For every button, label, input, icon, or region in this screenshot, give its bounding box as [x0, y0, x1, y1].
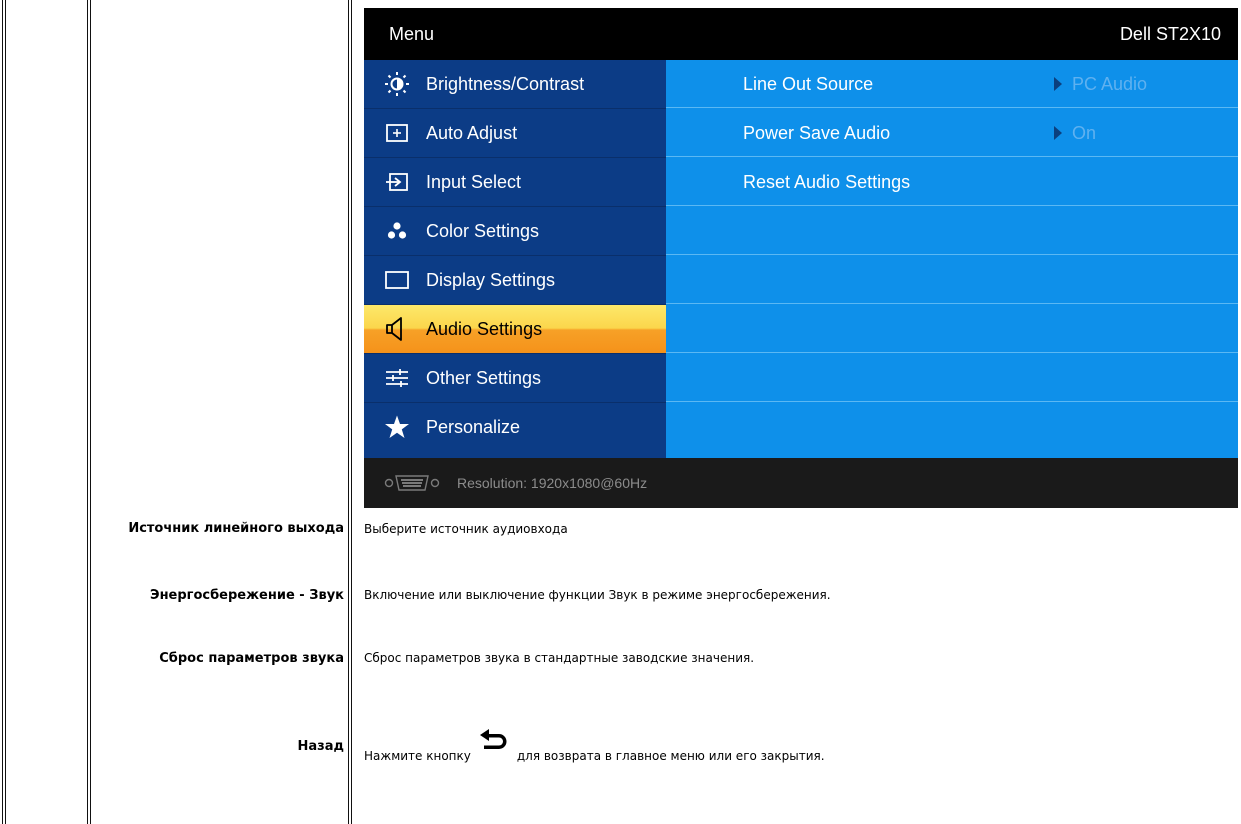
menu-item-label: Other Settings	[426, 368, 542, 388]
menu-item-auto-adjust[interactable]: Auto Adjust	[364, 109, 666, 157]
submenu-label: Power Save Audio	[743, 123, 891, 143]
frame-line	[5, 0, 6, 824]
osd-submenu: Line Out Source PC Audio Power Save Audi…	[666, 60, 1238, 458]
vga-connector-icon	[384, 473, 440, 493]
desc-text-back-before: Нажмите кнопку	[364, 749, 471, 763]
display-settings-icon	[384, 267, 410, 293]
submenu-empty-row	[666, 354, 1238, 402]
arrow-right-icon	[1054, 126, 1062, 140]
desc-label-line-out-source: Источник линейного выхода	[128, 521, 344, 536]
submenu-empty-row	[666, 403, 1238, 451]
desc-text-power-save-audio: Включение или выключение функции Звук в …	[364, 588, 831, 602]
osd-model-name: Dell ST2X10	[1119, 24, 1221, 44]
menu-item-label: Auto Adjust	[426, 123, 518, 143]
desc-text-line-out-source: Выберите источник аудиовхода	[364, 522, 568, 536]
brightness-icon	[384, 71, 410, 97]
desc-label-reset-audio: Сброс параметров звука	[159, 651, 344, 666]
osd-menu-title: Menu	[389, 24, 435, 44]
frame-line	[87, 0, 88, 824]
auto-adjust-icon	[384, 120, 410, 146]
arrow-right-icon	[1054, 77, 1062, 91]
menu-item-label: Brightness/Contrast	[426, 74, 585, 94]
submenu-empty-row	[666, 305, 1238, 353]
submenu-empty-row	[666, 256, 1238, 304]
menu-item-label: Personalize	[426, 417, 521, 437]
menu-item-brightness-contrast[interactable]: Brightness/Contrast	[364, 60, 666, 108]
submenu-power-save-audio[interactable]: Power Save Audio On	[666, 109, 1238, 157]
desc-label-back: Назад	[297, 739, 344, 754]
desc-label-power-save-audio: Энергосбережение - Звук	[150, 588, 344, 603]
submenu-reset-audio-settings[interactable]: Reset Audio Settings	[666, 158, 1238, 206]
menu-item-label: Audio Settings	[426, 319, 543, 339]
frame-line	[2, 0, 3, 824]
input-select-icon	[384, 169, 410, 195]
submenu-value: On	[1072, 123, 1097, 143]
menu-item-audio-settings[interactable]: Audio Settings	[364, 305, 666, 353]
back-arrow-icon	[479, 728, 509, 750]
frame-line	[348, 0, 349, 824]
frame-line	[90, 0, 91, 824]
frame-line	[351, 0, 352, 824]
menu-item-input-select[interactable]: Input Select	[364, 158, 666, 206]
menu-item-label: Input Select	[426, 172, 522, 192]
menu-item-display-settings[interactable]: Display Settings	[364, 256, 666, 304]
star-icon	[384, 414, 410, 440]
menu-item-label: Color Settings	[426, 221, 540, 241]
desc-text-back: Нажмите кнопку для возврата в главное мен…	[364, 728, 825, 763]
color-settings-icon	[384, 218, 410, 244]
submenu-empty-row	[666, 207, 1238, 255]
osd-header: Menu Dell ST2X10	[364, 8, 1238, 60]
resolution-readout: Resolution: 1920x1080@60Hz	[457, 475, 648, 491]
menu-item-personalize[interactable]: Personalize	[364, 403, 666, 451]
menu-item-other-settings[interactable]: Other Settings	[364, 354, 666, 402]
osd-main-menu: Brightness/Contrast Auto Adjust Input Se…	[364, 60, 666, 458]
osd-footer: Resolution: 1920x1080@60Hz	[364, 458, 1238, 508]
menu-item-color-settings[interactable]: Color Settings	[364, 207, 666, 255]
speaker-icon	[384, 316, 410, 342]
submenu-label: Line Out Source	[743, 74, 874, 94]
submenu-line-out-source[interactable]: Line Out Source PC Audio	[666, 60, 1238, 108]
submenu-label: Reset Audio Settings	[743, 172, 911, 192]
desc-text-reset-audio: Сброс параметров звука в стандартные зав…	[364, 651, 755, 665]
sliders-icon	[384, 365, 410, 391]
desc-text-back-after: для возврата в главное меню или его закр…	[516, 749, 825, 763]
menu-item-label: Display Settings	[426, 270, 556, 290]
osd-menu-screenshot: Menu Dell ST2X10 Brightness/Contrast Aut…	[364, 8, 1238, 508]
submenu-value: PC Audio	[1072, 74, 1148, 94]
